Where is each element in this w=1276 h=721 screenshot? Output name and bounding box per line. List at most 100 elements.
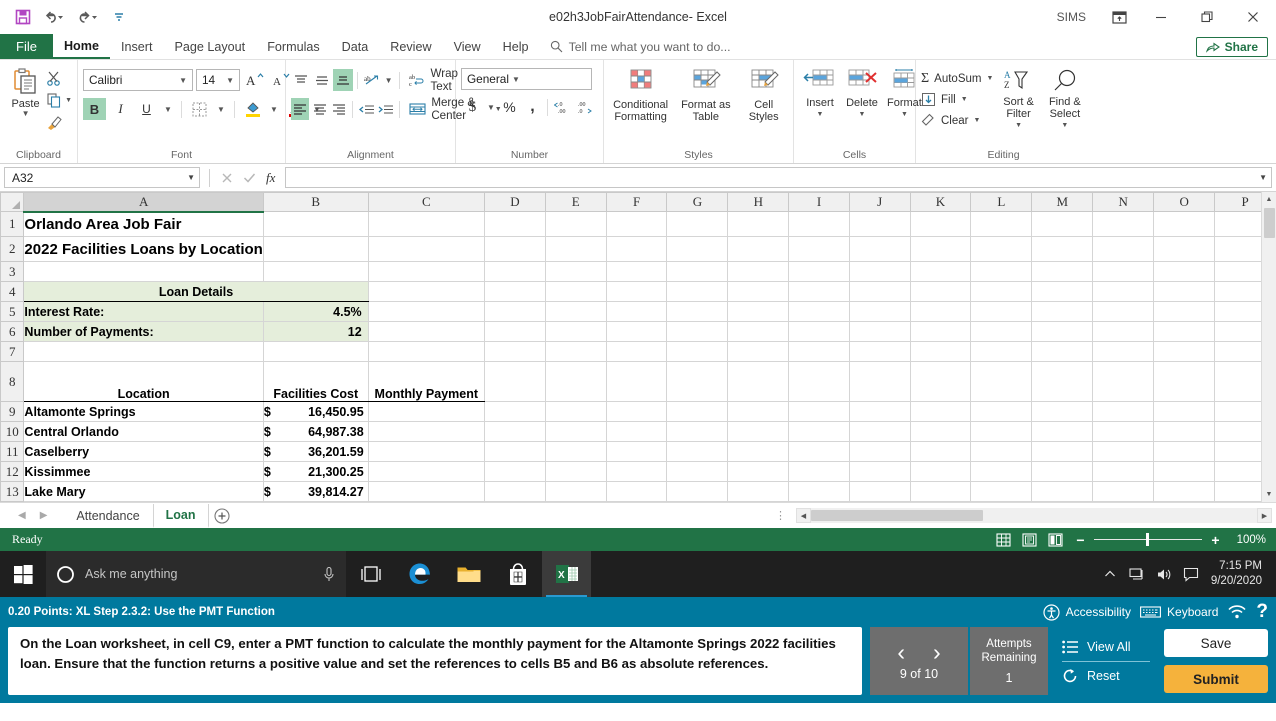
cell-g4[interactable]	[667, 282, 728, 302]
cell-o12[interactable]	[1154, 462, 1215, 482]
cell-l13[interactable]	[971, 482, 1032, 502]
chevron-down-icon[interactable]: ▼	[973, 117, 980, 124]
cell-f2[interactable]	[606, 237, 667, 262]
percent-format-button[interactable]: %	[498, 96, 521, 118]
zoom-out-button[interactable]: −	[1074, 532, 1087, 548]
cell-o6[interactable]	[1154, 322, 1215, 342]
cell-g1[interactable]	[667, 212, 728, 237]
network-icon[interactable]	[1124, 551, 1151, 597]
cell-o13[interactable]	[1154, 482, 1215, 502]
cell-i5[interactable]	[789, 302, 850, 322]
cell-e8[interactable]	[545, 362, 606, 402]
microsoft-store-icon[interactable]	[493, 551, 542, 597]
align-right-button[interactable]	[330, 98, 348, 120]
cell-b11[interactable]: $36,201.59	[263, 442, 368, 462]
cell-b7[interactable]	[263, 342, 368, 362]
cell-m3[interactable]	[1032, 262, 1093, 282]
share-button[interactable]: Share	[1196, 37, 1268, 57]
chevron-down-icon[interactable]: ▼	[1015, 120, 1022, 132]
chevron-down-icon[interactable]: ▼	[509, 75, 523, 84]
cell-f13[interactable]	[606, 482, 667, 502]
cell-e13[interactable]	[545, 482, 606, 502]
copy-button[interactable]: ▼	[46, 90, 72, 111]
column-header-l[interactable]: L	[971, 193, 1032, 212]
cell-o7[interactable]	[1154, 342, 1215, 362]
sheet-nav-arrows[interactable]: ◀ ▶	[12, 510, 63, 521]
column-header-i[interactable]: I	[789, 193, 850, 212]
chevron-down-icon[interactable]: ▼	[267, 98, 281, 120]
cell-i12[interactable]	[789, 462, 850, 482]
format-as-table-button[interactable]: Format as Table	[674, 67, 737, 124]
accounting-format-button[interactable]: $	[461, 96, 484, 118]
cell-k4[interactable]	[910, 282, 971, 302]
cancel-entry-icon[interactable]	[221, 172, 233, 184]
cell-d6[interactable]	[484, 322, 545, 342]
cell-e2[interactable]	[545, 237, 606, 262]
next-sheet-icon[interactable]: ▶	[40, 510, 48, 521]
cell-g3[interactable]	[667, 262, 728, 282]
ribbon-display-options-icon[interactable]	[1100, 0, 1138, 34]
submit-button[interactable]: Submit	[1164, 665, 1268, 693]
cell-h5[interactable]	[728, 302, 789, 322]
cell-n7[interactable]	[1093, 342, 1154, 362]
cell-i6[interactable]	[789, 322, 850, 342]
cell-k2[interactable]	[910, 237, 971, 262]
tab-formulas[interactable]: Formulas	[256, 34, 330, 59]
cell-e9[interactable]	[545, 402, 606, 422]
formula-input[interactable]: ▼	[285, 167, 1272, 188]
cell-a9[interactable]: Altamonte Springs	[24, 402, 263, 422]
sort-and-filter-button[interactable]: AZ Sort & Filter ▼	[997, 68, 1039, 133]
chevron-down-icon[interactable]: ▼	[187, 173, 195, 182]
row-header-5[interactable]: 5	[1, 302, 24, 322]
cell-d2[interactable]	[484, 237, 545, 262]
cell-n5[interactable]	[1093, 302, 1154, 322]
cell-e10[interactable]	[545, 422, 606, 442]
cell-o5[interactable]	[1154, 302, 1215, 322]
cell-k10[interactable]	[910, 422, 971, 442]
scroll-down-icon[interactable]: ▼	[1262, 487, 1276, 502]
confirm-entry-icon[interactable]	[243, 172, 256, 184]
column-header-n[interactable]: N	[1093, 193, 1154, 212]
cell-g10[interactable]	[667, 422, 728, 442]
cell-j1[interactable]	[849, 212, 910, 237]
cell-m5[interactable]	[1032, 302, 1093, 322]
bold-button[interactable]: B	[83, 98, 106, 120]
tell-me-search[interactable]: Tell me what you want to do...	[550, 34, 731, 59]
conditional-formatting-button[interactable]: Conditional Formatting	[609, 67, 672, 124]
clock[interactable]: 7:15 PM 9/20/2020	[1205, 559, 1270, 589]
cell-b3[interactable]	[263, 262, 368, 282]
chevron-down-icon[interactable]: ▼	[382, 69, 394, 91]
cell-n4[interactable]	[1093, 282, 1154, 302]
cell-c7[interactable]	[368, 342, 484, 362]
row-header-7[interactable]: 7	[1, 342, 24, 362]
save-button[interactable]: Save	[1164, 629, 1268, 657]
action-center-icon[interactable]	[1178, 551, 1205, 597]
cell-d5[interactable]	[484, 302, 545, 322]
cell-c11[interactable]	[368, 442, 484, 462]
cell-g5[interactable]	[667, 302, 728, 322]
cell-j12[interactable]	[849, 462, 910, 482]
cell-j3[interactable]	[849, 262, 910, 282]
cell-h11[interactable]	[728, 442, 789, 462]
cell-k1[interactable]	[910, 212, 971, 237]
cell-a11[interactable]: Caselberry	[24, 442, 263, 462]
cell-c12[interactable]	[368, 462, 484, 482]
cell-h10[interactable]	[728, 422, 789, 442]
cell-m13[interactable]	[1032, 482, 1093, 502]
cell-j7[interactable]	[849, 342, 910, 362]
normal-view-button[interactable]	[990, 530, 1016, 550]
cell-g12[interactable]	[667, 462, 728, 482]
column-header-j[interactable]: J	[849, 193, 910, 212]
cell-b13[interactable]: $39,814.27	[263, 482, 368, 502]
cell-h12[interactable]	[728, 462, 789, 482]
cell-a8[interactable]: Location	[24, 362, 263, 402]
cell-l4[interactable]	[971, 282, 1032, 302]
row-header-10[interactable]: 10	[1, 422, 24, 442]
vertical-scrollbar[interactable]: ▲ ▼	[1261, 192, 1276, 502]
cell-n1[interactable]	[1093, 212, 1154, 237]
chevron-down-icon[interactable]: ▼	[161, 98, 175, 120]
redo-icon[interactable]	[72, 5, 104, 29]
tab-file[interactable]: File	[0, 34, 53, 59]
cell-n9[interactable]	[1093, 402, 1154, 422]
cell-g7[interactable]	[667, 342, 728, 362]
